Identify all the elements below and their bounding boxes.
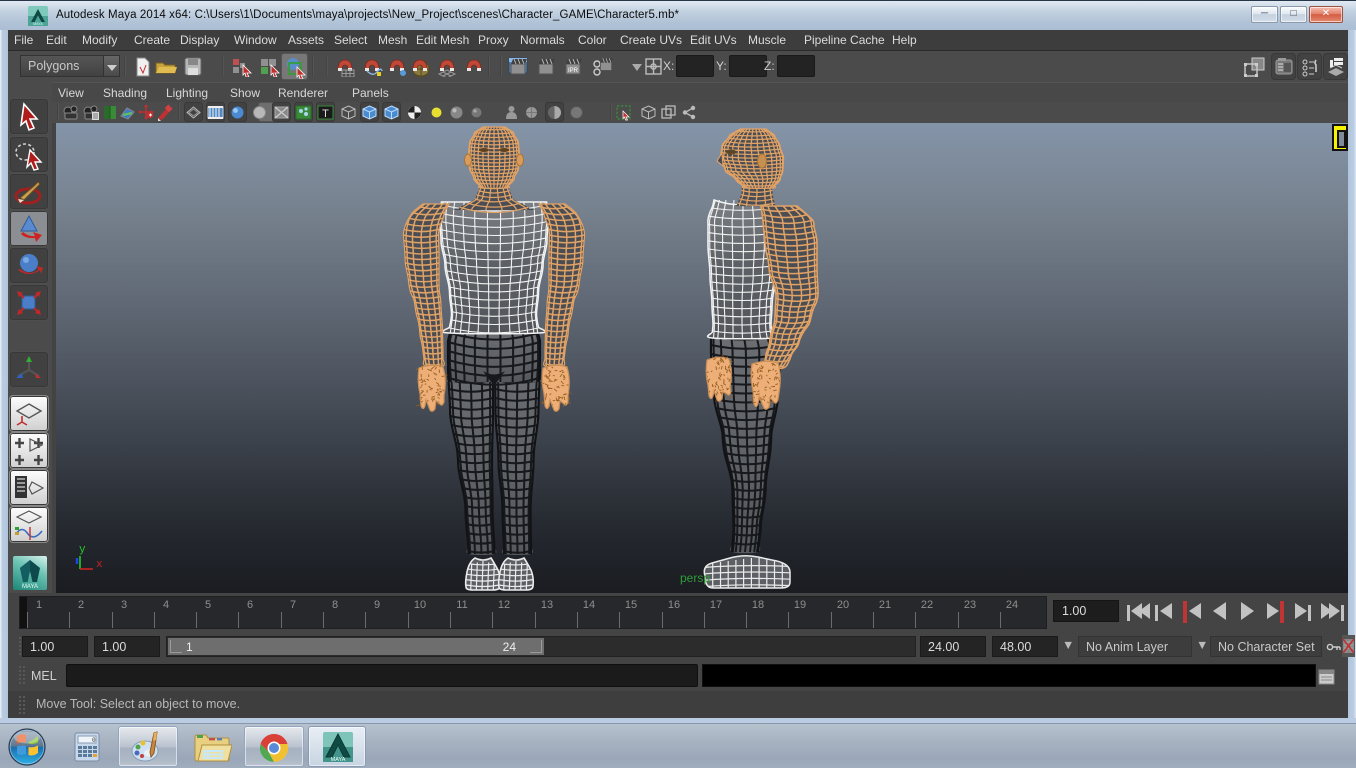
svg-text:IPR: IPR xyxy=(568,68,579,74)
svg-text:y: y xyxy=(79,544,86,556)
svg-text:MAYA: MAYA xyxy=(22,584,38,590)
svg-text:MAYA: MAYA xyxy=(33,22,43,26)
svg-text:0: 0 xyxy=(92,737,96,744)
svg-text:MAYA: MAYA xyxy=(331,757,346,763)
svg-text:T: T xyxy=(322,108,329,120)
svg-text:x: x xyxy=(96,559,103,571)
